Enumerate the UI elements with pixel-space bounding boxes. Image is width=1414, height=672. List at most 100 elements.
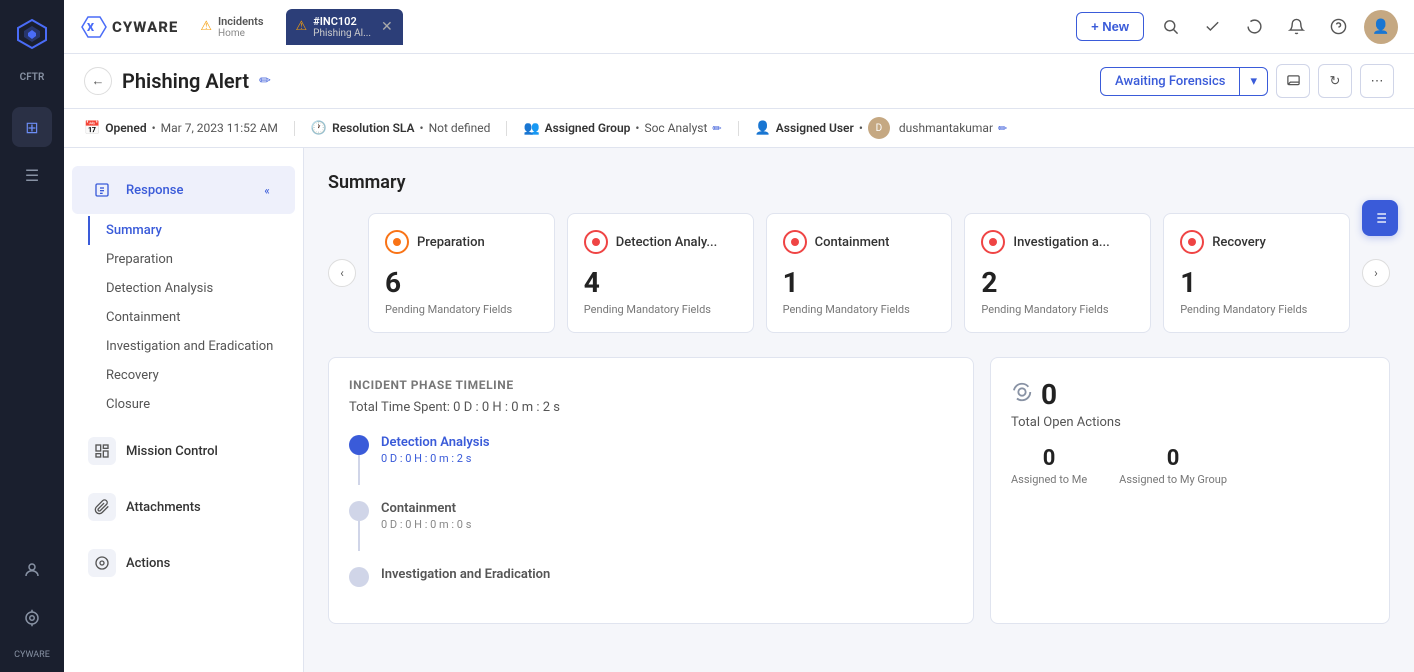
nav-detection-analysis[interactable]: Detection Analysis (88, 274, 303, 303)
group-edit-icon[interactable]: ✏ (712, 122, 721, 135)
phase-circle-investigation (981, 230, 1005, 254)
edit-title-icon[interactable]: ✏ (259, 73, 271, 89)
tab-incidents-sub: Home (218, 28, 264, 39)
sidebar-nav-grid[interactable]: ⊞ (12, 107, 52, 147)
tab-incidents[interactable]: ⚠ Incidents Home (190, 9, 273, 45)
user-meta-icon: 👤 (755, 121, 771, 136)
response-icon (88, 176, 116, 204)
timeline-line-containment (358, 521, 360, 551)
user-value: dushmantakumar (899, 121, 993, 135)
logo-text: CYWARE (112, 18, 178, 36)
assigned-me-label: Assigned to Me (1011, 473, 1087, 486)
assigned-me-count: 0 (1011, 446, 1087, 471)
nav-response[interactable]: Response « (72, 166, 295, 214)
phase-count-investigation: 2 (981, 266, 1134, 299)
status-arrow-icon[interactable]: ▾ (1239, 68, 1267, 95)
nav-investigation[interactable]: Investigation and Eradication (88, 332, 303, 361)
main-area: X CYWARE ⚠ Incidents Home ⚠ #INC102 Phis… (64, 0, 1414, 672)
phase-count-containment: 1 (783, 266, 936, 299)
phase-desc-investigation: Pending Mandatory Fields (981, 303, 1134, 316)
timeline-item-containment: Containment 0 D : 0 H : 0 m : 0 s (349, 501, 953, 551)
feedback-button[interactable] (1276, 64, 1310, 98)
sidebar-nav-target[interactable] (12, 598, 52, 638)
floating-action-btn[interactable] (1362, 200, 1398, 236)
left-nav: Response « Summary Preparation Detection… (64, 148, 304, 672)
phase-circle-containment (783, 230, 807, 254)
user-avatar[interactable]: 👤 (1364, 10, 1398, 44)
cyware-logo: X CYWARE (80, 13, 178, 41)
meta-opened: 📅 Opened • Mar 7, 2023 11:52 AM (84, 121, 295, 136)
carousel-prev-btn[interactable]: ‹ (328, 259, 356, 287)
assigned-me-item: 0 Assigned to Me (1011, 446, 1087, 486)
help-icon-btn[interactable] (1322, 11, 1354, 43)
phase-name-preparation: Preparation (417, 235, 485, 250)
close-tab-icon[interactable]: ✕ (381, 19, 393, 35)
nav-actions-label: Actions (126, 556, 170, 571)
user-avatar-sm: D (868, 117, 890, 139)
bell-icon-btn[interactable] (1280, 11, 1312, 43)
timeline-dot-detection (349, 435, 369, 455)
timeline-phase-investigation: Investigation and Eradication (381, 567, 550, 582)
timeline-panel: INCIDENT PHASE TIMELINE Total Time Spent… (328, 357, 974, 624)
opened-label: Opened (105, 121, 146, 135)
back-button[interactable]: ← (84, 67, 112, 95)
nav-mission-control[interactable]: Mission Control (72, 427, 295, 475)
opened-value: Mar 7, 2023 11:52 AM (161, 121, 278, 135)
summary-title: Summary (328, 172, 1390, 193)
new-button[interactable]: + New (1076, 12, 1144, 41)
topbar-right: + New 👤 (1076, 10, 1398, 44)
sla-value: Not defined (429, 121, 491, 135)
content-area: Response « Summary Preparation Detection… (64, 148, 1414, 672)
sidebar-nav-menu[interactable]: ☰ (12, 155, 52, 195)
collapse-icon[interactable]: « (255, 178, 279, 202)
nav-section-response: Response « Summary Preparation Detection… (64, 166, 303, 419)
status-dropdown[interactable]: Awaiting Forensics ▾ (1100, 67, 1268, 96)
nav-preparation[interactable]: Preparation (88, 245, 303, 274)
phase-count-preparation: 6 (385, 266, 538, 299)
sidebar-nav-user[interactable] (12, 550, 52, 590)
nav-containment[interactable]: Containment (88, 303, 303, 332)
actions-total-label: Total Open Actions (1011, 415, 1369, 430)
phase-header-containment: Containment (783, 230, 936, 254)
cyware-label: CYWARE (14, 650, 50, 660)
nav-summary[interactable]: Summary (88, 216, 303, 245)
nav-attachments-label: Attachments (126, 500, 201, 515)
timeline-phase-detection: Detection Analysis (381, 435, 490, 450)
nav-attachments[interactable]: Attachments (72, 483, 295, 531)
nav-closure[interactable]: Closure (88, 390, 303, 419)
actions-spinner-icon (1011, 381, 1033, 409)
meta-group: 👥 Assigned Group • Soc Analyst ✏ (523, 121, 738, 136)
checkmark-icon-btn[interactable] (1196, 11, 1228, 43)
mission-icon (88, 437, 116, 465)
timeline-dot-investigation (349, 567, 369, 587)
more-button[interactable]: ⋯ (1360, 64, 1394, 98)
nav-actions[interactable]: Actions (72, 539, 295, 587)
timeline-dot-col-detection (349, 435, 369, 485)
refresh-button[interactable]: ↻ (1318, 64, 1352, 98)
sla-label: Resolution SLA (332, 121, 414, 135)
nav-mission-label: Mission Control (126, 444, 218, 459)
svg-text:X: X (87, 21, 94, 34)
nav-recovery[interactable]: Recovery (88, 361, 303, 390)
timeline-dot-col-investigation (349, 567, 369, 587)
page-header: ← Phishing Alert ✏ Awaiting Forensics ▾ … (64, 54, 1414, 109)
loader-icon-btn[interactable] (1238, 11, 1270, 43)
meta-bar: 📅 Opened • Mar 7, 2023 11:52 AM 🕐 Resolu… (64, 109, 1414, 148)
meta-sla: 🕐 Resolution SLA • Not defined (311, 121, 508, 136)
phase-desc-containment: Pending Mandatory Fields (783, 303, 936, 316)
header-actions: Awaiting Forensics ▾ ↻ ⋯ (1100, 64, 1394, 98)
page-title: Phishing Alert (122, 69, 249, 93)
calendar-icon: 📅 (84, 121, 100, 136)
carousel-next-btn[interactable]: › (1362, 259, 1390, 287)
phase-name-detection: Detection Analy... (616, 235, 717, 250)
user-edit-icon[interactable]: ✏ (998, 122, 1007, 135)
search-icon-btn[interactable] (1154, 11, 1186, 43)
response-sub-items: Summary Preparation Detection Analysis C… (64, 216, 303, 419)
tab-inc102-sub: Phishing Al... (313, 28, 371, 39)
warning-icon: ⚠ (200, 19, 212, 34)
timeline-title: INCIDENT PHASE TIMELINE (349, 378, 953, 392)
phase-desc-detection: Pending Mandatory Fields (584, 303, 737, 316)
tab-inc102[interactable]: ⚠ #INC102 Phishing Al... ✕ (286, 9, 403, 45)
bottom-panels: INCIDENT PHASE TIMELINE Total Time Spent… (328, 357, 1390, 624)
actions-total-count: 0 (1041, 378, 1057, 411)
